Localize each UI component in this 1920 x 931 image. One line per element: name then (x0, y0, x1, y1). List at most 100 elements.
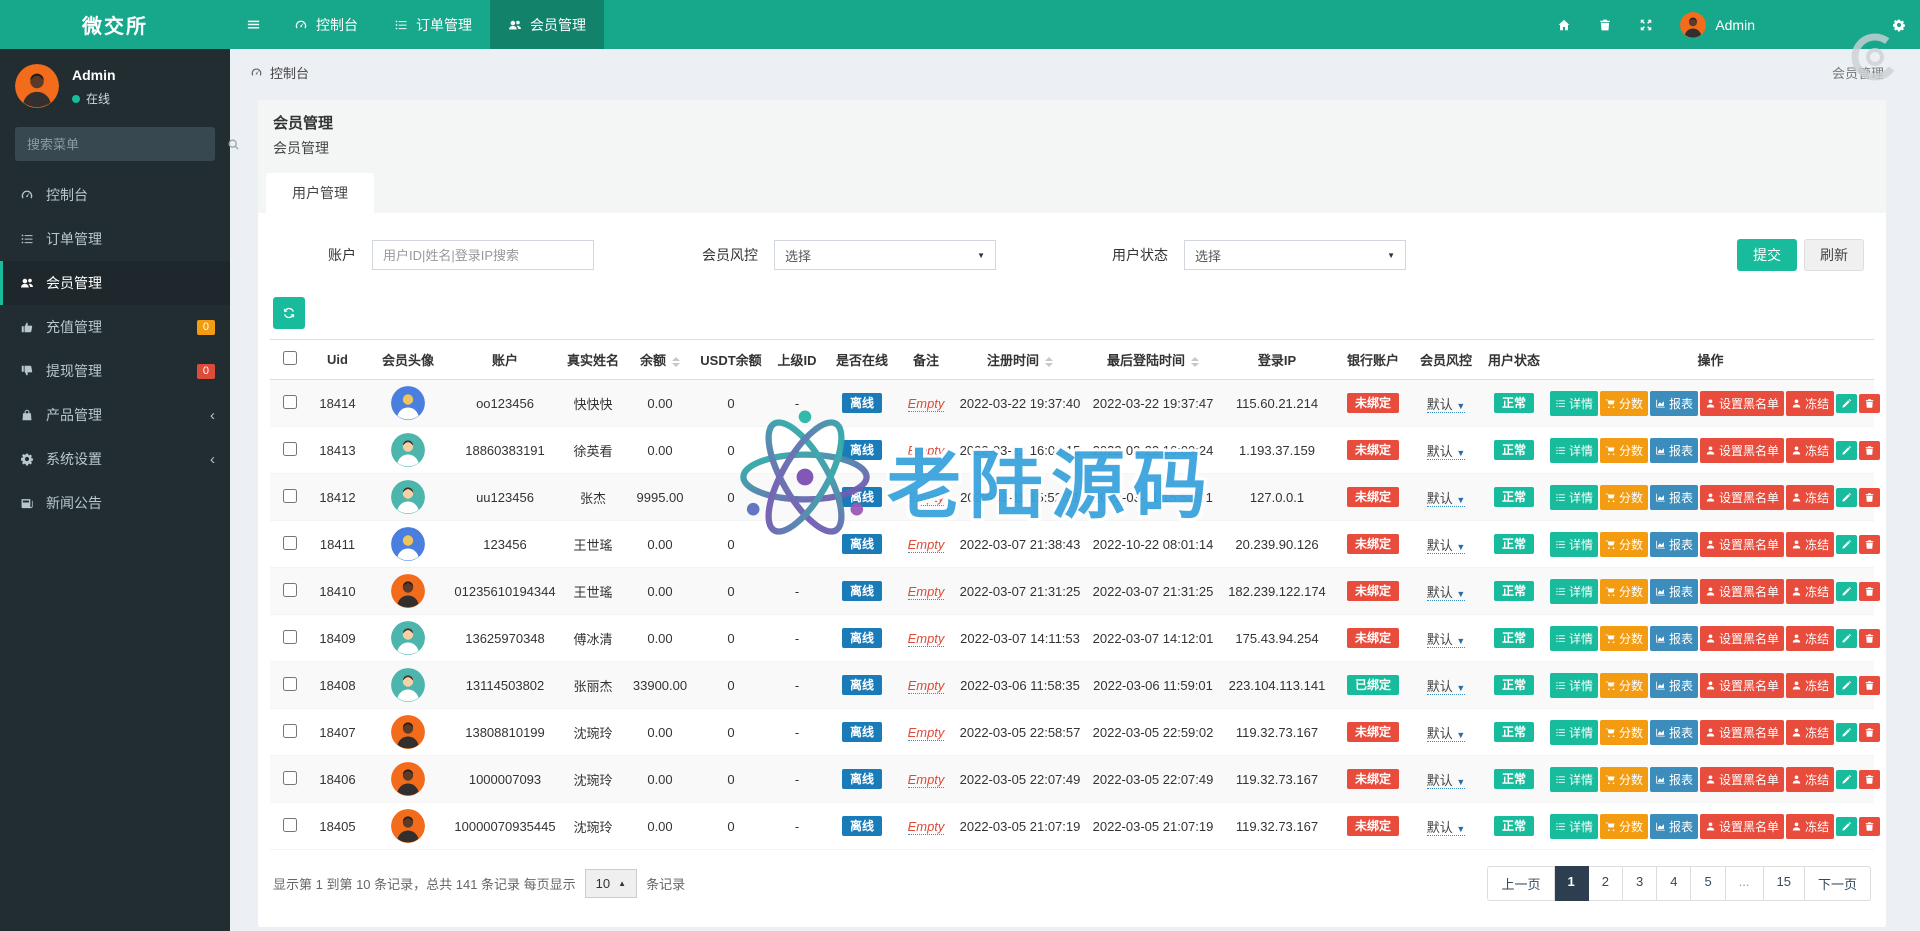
blacklist-button[interactable]: 设置黑名单 (1700, 626, 1784, 651)
score-button[interactable]: 分数 (1600, 438, 1648, 463)
nav-item-dashboard[interactable]: 控制台 (276, 0, 376, 49)
remark-link[interactable]: Empty (908, 537, 945, 553)
row-checkbox[interactable] (283, 583, 297, 597)
status-select[interactable]: 选择 ▼ (1184, 240, 1406, 270)
column-header-remark[interactable]: 备注 (899, 340, 953, 380)
risk-control-dropdown[interactable]: 默认 ▼ (1427, 491, 1466, 507)
edit-button[interactable] (1836, 488, 1857, 507)
blacklist-button[interactable]: 设置黑名单 (1700, 767, 1784, 792)
user-menu[interactable]: Admin (1680, 12, 1755, 38)
score-button[interactable]: 分数 (1600, 626, 1648, 651)
remark-link[interactable]: Empty (908, 772, 945, 788)
breadcrumb[interactable]: 控制台 (250, 63, 309, 82)
score-button[interactable]: 分数 (1600, 485, 1648, 510)
edit-button[interactable] (1836, 394, 1857, 413)
freeze-button[interactable]: 冻结 (1786, 626, 1834, 651)
clear-cache-button[interactable] (1598, 18, 1612, 32)
row-checkbox[interactable] (283, 395, 297, 409)
risk-control-dropdown[interactable]: 默认 ▼ (1427, 820, 1466, 836)
page-button-15[interactable]: 15 (1764, 866, 1805, 901)
risk-control-dropdown[interactable]: 默认 ▼ (1427, 726, 1466, 742)
edit-button[interactable] (1836, 676, 1857, 695)
risk-control-dropdown[interactable]: 默认 ▼ (1427, 585, 1466, 601)
row-checkbox[interactable] (283, 489, 297, 503)
edit-button[interactable] (1836, 817, 1857, 836)
row-checkbox[interactable] (283, 724, 297, 738)
delete-button[interactable] (1859, 582, 1880, 601)
freeze-button[interactable]: 冻结 (1786, 485, 1834, 510)
tab-user-management[interactable]: 用户管理 (266, 173, 374, 213)
freeze-button[interactable]: 冻结 (1786, 391, 1834, 416)
score-button[interactable]: 分数 (1600, 391, 1648, 416)
page-button-5[interactable]: 5 (1691, 866, 1725, 901)
report-button[interactable]: 报表 (1650, 391, 1698, 416)
detail-button[interactable]: 详情 (1550, 767, 1598, 792)
remark-link[interactable]: Empty (908, 725, 945, 741)
row-checkbox[interactable] (283, 536, 297, 550)
score-button[interactable]: 分数 (1600, 720, 1648, 745)
blacklist-button[interactable]: 设置黑名单 (1700, 485, 1784, 510)
remark-link[interactable]: Empty (908, 678, 945, 694)
report-button[interactable]: 报表 (1650, 532, 1698, 557)
delete-button[interactable] (1859, 441, 1880, 460)
sidebar-item-members[interactable]: 会员管理 (0, 261, 230, 305)
score-button[interactable]: 分数 (1600, 579, 1648, 604)
score-button[interactable]: 分数 (1600, 767, 1648, 792)
risk-control-dropdown[interactable]: 默认 ▼ (1427, 632, 1466, 648)
remark-link[interactable]: Empty (908, 631, 945, 647)
freeze-button[interactable]: 冻结 (1786, 579, 1834, 604)
search-button[interactable] (215, 138, 252, 151)
risk-control-dropdown[interactable]: 默认 ▼ (1427, 444, 1466, 460)
sidebar-item-products[interactable]: 产品管理 ‹ (0, 393, 230, 437)
freeze-button[interactable]: 冻结 (1786, 767, 1834, 792)
freeze-button[interactable]: 冻结 (1786, 532, 1834, 557)
edit-button[interactable] (1836, 582, 1857, 601)
risk-control-dropdown[interactable]: 默认 ▼ (1427, 397, 1466, 413)
freeze-button[interactable]: 冻结 (1786, 720, 1834, 745)
blacklist-button[interactable]: 设置黑名单 (1700, 438, 1784, 463)
detail-button[interactable]: 详情 (1550, 532, 1598, 557)
detail-button[interactable]: 详情 (1550, 391, 1598, 416)
column-header-uid[interactable]: Uid (310, 340, 365, 380)
column-header-balance[interactable]: 余额 (627, 340, 693, 380)
score-button[interactable]: 分数 (1600, 532, 1648, 557)
delete-button[interactable] (1859, 770, 1880, 789)
report-button[interactable]: 报表 (1650, 767, 1698, 792)
select-all-checkbox[interactable] (283, 351, 297, 365)
blacklist-button[interactable]: 设置黑名单 (1700, 720, 1784, 745)
delete-button[interactable] (1859, 723, 1880, 742)
remark-link[interactable]: Empty (908, 490, 945, 506)
settings-button[interactable] (1892, 18, 1906, 32)
row-checkbox[interactable] (283, 442, 297, 456)
risk-select[interactable]: 选择 ▼ (774, 240, 996, 270)
risk-control-dropdown[interactable]: 默认 ▼ (1427, 679, 1466, 695)
column-header-bank-account[interactable]: 银行账户 (1335, 340, 1411, 380)
sidebar-item-settings[interactable]: 系统设置 ‹ (0, 437, 230, 481)
edit-button[interactable] (1836, 723, 1857, 742)
report-button[interactable]: 报表 (1650, 673, 1698, 698)
prev-page-button[interactable]: 上一页 (1487, 866, 1554, 901)
blacklist-button[interactable]: 设置黑名单 (1700, 532, 1784, 557)
blacklist-button[interactable]: 设置黑名单 (1700, 391, 1784, 416)
home-button[interactable] (1557, 18, 1571, 32)
edit-button[interactable] (1836, 770, 1857, 789)
row-checkbox[interactable] (283, 771, 297, 785)
column-header-usdt-balance[interactable]: USDT余额 (693, 340, 769, 380)
table-refresh-button[interactable] (273, 297, 305, 329)
row-checkbox[interactable] (283, 630, 297, 644)
row-checkbox[interactable] (283, 818, 297, 832)
delete-button[interactable] (1859, 629, 1880, 648)
column-header-last-login-time[interactable]: 最后登陆时间 (1087, 340, 1219, 380)
report-button[interactable]: 报表 (1650, 720, 1698, 745)
detail-button[interactable]: 详情 (1550, 485, 1598, 510)
sidebar-item-withdraw[interactable]: 提现管理 0 (0, 349, 230, 393)
report-button[interactable]: 报表 (1650, 814, 1698, 839)
freeze-button[interactable]: 冻结 (1786, 673, 1834, 698)
detail-button[interactable]: 详情 (1550, 814, 1598, 839)
score-button[interactable]: 分数 (1600, 814, 1648, 839)
edit-button[interactable] (1836, 535, 1857, 554)
delete-button[interactable] (1859, 817, 1880, 836)
sidebar-item-news[interactable]: 新闻公告 (0, 481, 230, 525)
report-button[interactable]: 报表 (1650, 579, 1698, 604)
next-page-button[interactable]: 下一页 (1805, 866, 1871, 901)
